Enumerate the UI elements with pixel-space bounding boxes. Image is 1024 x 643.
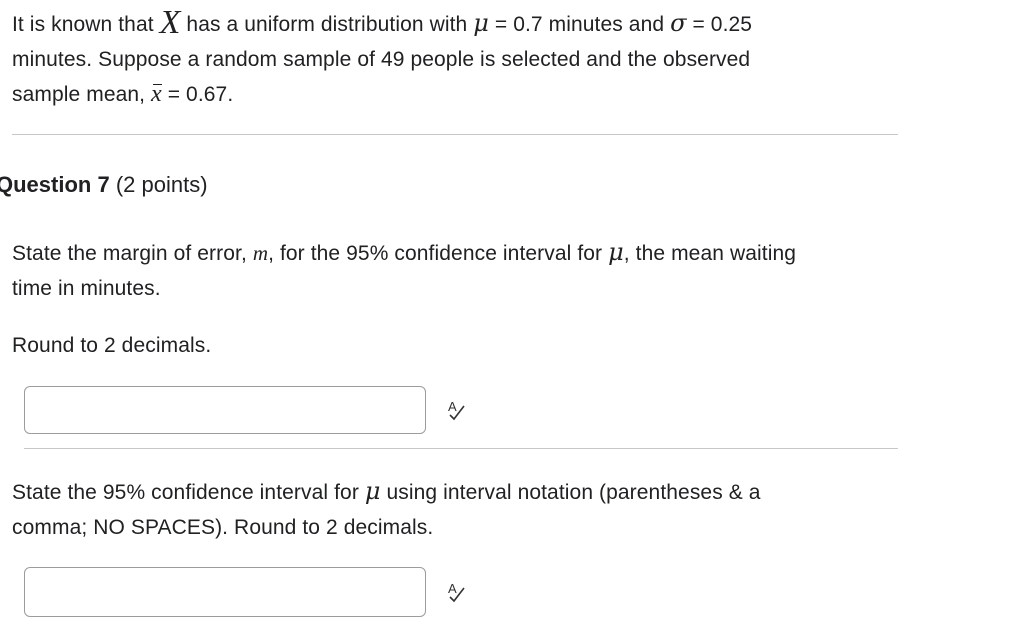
intro-text: It is known that: [12, 13, 154, 36]
part-b-line-2: comma; NO SPACES). Round to 2 decimals.: [12, 516, 434, 539]
divider: [24, 448, 898, 449]
spellcheck-icon[interactable]: A: [446, 398, 468, 424]
x-bar-symbol: x: [151, 81, 162, 107]
svg-text:A: A: [448, 581, 457, 596]
m-symbol: m: [252, 241, 269, 265]
problem-line-1: It is known that X has a uniform distrib…: [12, 6, 1012, 42]
variable-x: X: [159, 4, 181, 41]
sigma-symbol: σ: [670, 9, 687, 37]
prompt-text: , for the 95% confidence interval for: [268, 242, 603, 265]
margin-of-error-input[interactable]: [24, 386, 426, 434]
prompt-text: State the margin of error,: [12, 242, 247, 265]
question-title: Question 7 (2 points): [0, 170, 208, 200]
part-a-line-2: time in minutes.: [12, 277, 161, 300]
prompt-text: , the mean waiting: [623, 242, 797, 265]
part-a-line-1: State the margin of error, m, for the 95…: [12, 236, 1012, 271]
part-a-round-note: Round to 2 decimals.: [12, 334, 212, 357]
question-points: (2 points): [115, 172, 208, 197]
mu-symbol: μ: [364, 477, 381, 505]
mu-symbol: μ: [473, 9, 489, 37]
intro-text: has a uniform distribution with: [186, 13, 468, 36]
svg-text:A: A: [448, 399, 457, 414]
prompt-text: using interval notation (parentheses & a: [386, 481, 761, 504]
mu-symbol: μ: [608, 238, 624, 266]
problem-line-3: sample mean, x = 0.67.: [12, 77, 1012, 112]
question-number: Question 7: [0, 172, 110, 197]
part-a-prompt: State the margin of error, m, for the 95…: [12, 236, 1012, 306]
divider: [12, 134, 898, 135]
problem-statement: It is known that X has a uniform distrib…: [12, 6, 1012, 112]
mu-value: = 0.7 minutes and: [494, 13, 665, 36]
quiz-page: It is known that X has a uniform distrib…: [0, 0, 1024, 643]
x-bar-value: = 0.67.: [167, 83, 234, 106]
spellcheck-icon[interactable]: A: [446, 580, 468, 606]
problem-line-2: minutes. Suppose a random sample of 49 p…: [12, 48, 751, 71]
part-b-line-1: State the 95% confidence interval for μ …: [12, 475, 1012, 510]
sigma-value: = 0.25: [692, 13, 753, 36]
prompt-text: State the 95% confidence interval for: [12, 481, 359, 504]
part-b-prompt: State the 95% confidence interval for μ …: [12, 475, 1012, 545]
confidence-interval-input[interactable]: [24, 567, 426, 617]
intro-text: sample mean,: [12, 83, 146, 106]
